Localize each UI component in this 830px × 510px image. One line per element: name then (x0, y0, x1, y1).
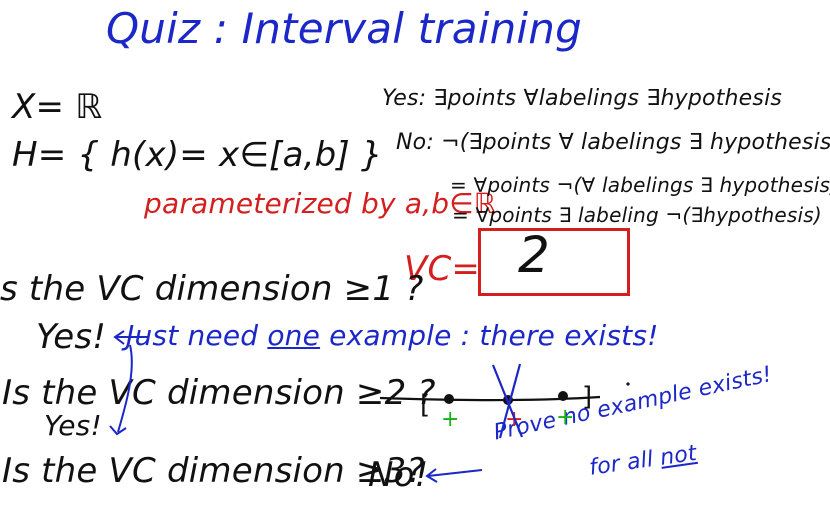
answer-3-note-2-underlined: not (658, 440, 699, 471)
answer-1-note-suffix: example : there exists! (320, 319, 659, 352)
right-point-label: + (556, 405, 575, 430)
middle-point-label: + (505, 407, 524, 432)
q2-arrow-head (109, 425, 127, 436)
page-title: Quiz : Interval training (106, 4, 582, 53)
whiteboard: Quiz : Interval training X= ℝ H= { h(x)=… (0, 0, 830, 510)
question-1: s the VC dimension ≥1 ? (0, 269, 424, 309)
no-condition: No: ¬(∃points ∀ labelings ∃ hypothesis) (396, 130, 830, 155)
interval-left-bracket: [ (420, 390, 431, 420)
middle-point (503, 395, 513, 405)
answer-3-note: Prove no example exists! (491, 362, 775, 446)
answer-2: Yes! (44, 409, 102, 442)
vc-answer-box (478, 228, 630, 296)
yes-condition: Yes: ∃points ∀labelings ∃hypothesis (382, 86, 783, 111)
q3-arrow-head (425, 468, 438, 483)
equivalence-line-1: = ∀points ¬(∀ labelings ∃ hypothesis) (450, 173, 830, 197)
parameterization-note: parameterized by a,b∈ℝ (144, 187, 497, 220)
answer-3-note-2: for all not (587, 440, 699, 481)
equivalence-line-2: = ∀points ∃ labeling ¬(∃hypothesis) (452, 203, 822, 227)
answer-1-note-underlined: one (267, 319, 321, 352)
answer-1-note: Just need one example : there exists! (126, 322, 659, 350)
answer-3-note-2-prefix: for all (587, 446, 663, 481)
h-definition: H= { h(x)= x∈[a,b] } (12, 135, 383, 175)
vc-value: 2 (518, 226, 551, 284)
question-2: Is the VC dimension ≥2 ? (2, 373, 436, 413)
answer-1: Yes! (36, 317, 107, 357)
stray-dot (626, 382, 630, 386)
interval-right-bracket: ] (582, 382, 593, 412)
x-definition: X= ℝ (12, 87, 103, 127)
left-point-label: + (441, 407, 460, 432)
question-3: Is the VC dimension ≥3? (2, 451, 425, 491)
right-point (558, 391, 568, 401)
answer-1-note-prefix: Just need (126, 319, 268, 352)
answer-3: No! (368, 455, 429, 495)
left-point (444, 394, 454, 404)
q3-arrow-line (427, 469, 483, 477)
q1-arrow-head (113, 330, 125, 345)
